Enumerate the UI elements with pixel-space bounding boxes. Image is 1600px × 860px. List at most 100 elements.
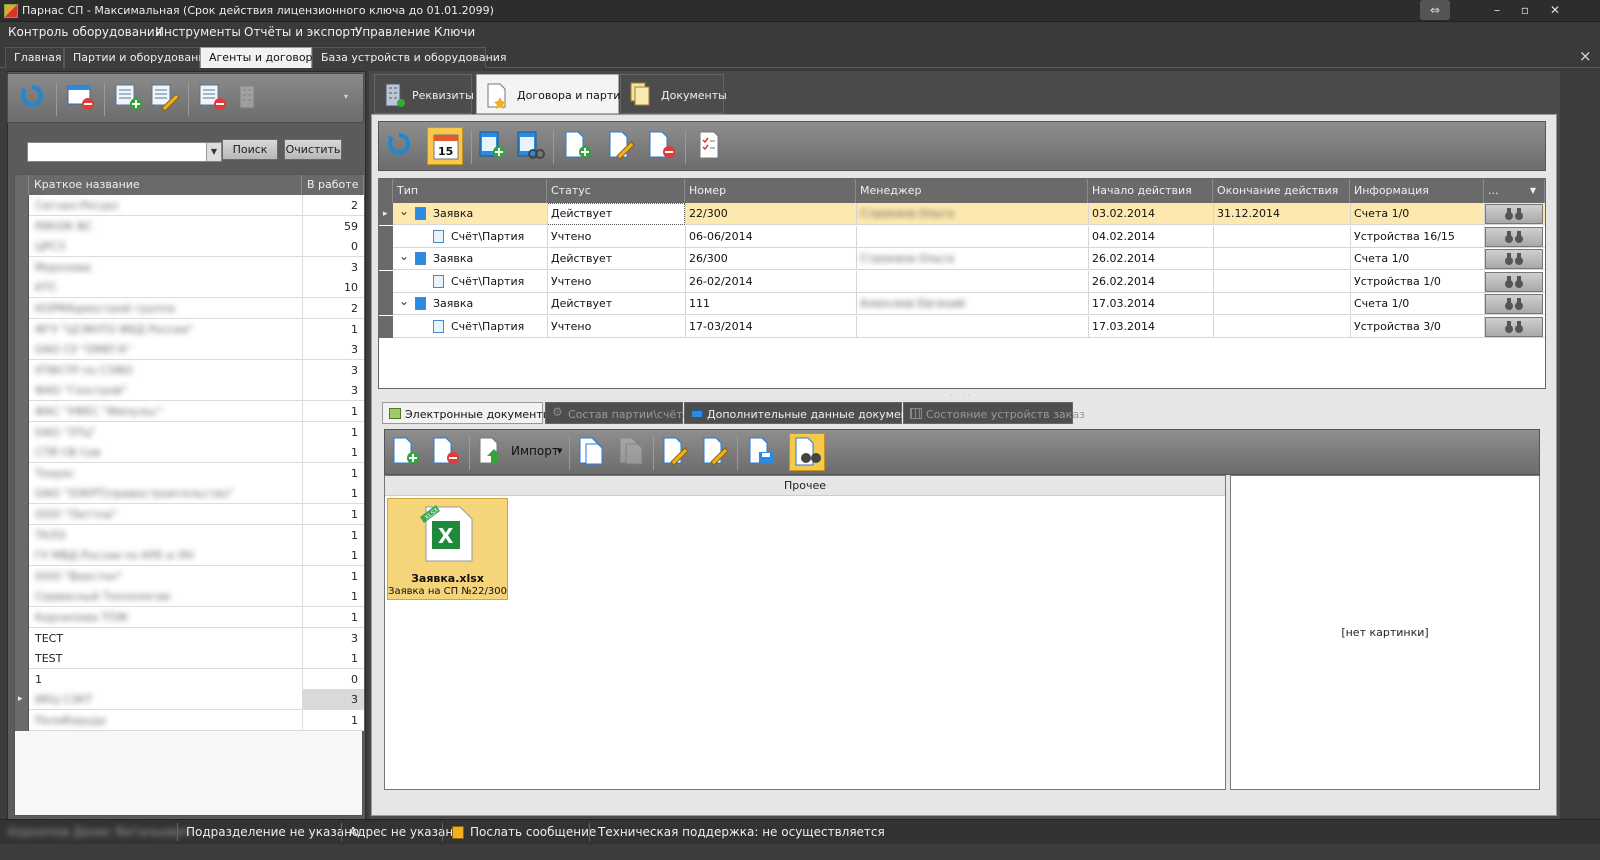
row-header[interactable]: ▸ <box>15 689 29 711</box>
agent-row[interactable]: ТКЛЭ 1 <box>15 524 364 546</box>
row-header[interactable] <box>15 380 29 402</box>
row-header[interactable] <box>15 586 29 608</box>
column-header-number[interactable]: Номер <box>685 179 856 203</box>
row-header[interactable] <box>15 504 29 525</box>
edit-agent-icon[interactable] <box>150 82 180 112</box>
column-header-status[interactable]: Статус <box>547 179 685 203</box>
view-details-button[interactable] <box>1485 271 1543 292</box>
agent-row[interactable]: 10 <box>15 668 364 690</box>
agent-row[interactable]: ФГУ "ЦСФНТО ФБД России" 1 <box>15 318 364 340</box>
row-header[interactable] <box>379 225 393 248</box>
column-header-more[interactable]: ... ▼ <box>1484 179 1545 203</box>
agent-row[interactable]: РИНЭК ВС 59 <box>15 215 364 237</box>
agent-row[interactable]: ЦРСЗ 0 <box>15 236 364 258</box>
agent-row[interactable]: Техрос 1 <box>15 462 364 484</box>
menu-equipment-control[interactable]: Контроль оборудования <box>8 25 162 39</box>
add-file-icon[interactable] <box>391 436 419 466</box>
chevron-down-icon[interactable]: ▼ <box>557 447 562 455</box>
minimize-button[interactable]: – <box>1482 0 1512 20</box>
save-file-icon[interactable] <box>747 436 775 466</box>
agent-row[interactable]: ТЕСТ 3 <box>15 627 364 649</box>
tab-batches-equipment[interactable]: Партии и оборудование <box>64 47 212 68</box>
edit-document-icon[interactable] <box>607 130 635 160</box>
row-header[interactable] <box>379 293 393 315</box>
agent-row[interactable]: ▸ ИКЦ СЗКТ 3 <box>15 689 364 711</box>
menu-tools[interactable]: Инструменты <box>155 25 241 39</box>
paste-icon[interactable] <box>617 436 645 466</box>
agent-row[interactable]: Сервисный Технологии 1 <box>15 586 364 608</box>
column-header-in-work[interactable]: В работе <box>302 175 364 195</box>
agent-row[interactable]: ФАС "УФЕС "Импульс" 1 <box>15 401 364 422</box>
tab-documents[interactable]: Документы <box>620 74 727 114</box>
column-header-short-name[interactable]: Краткое название <box>29 175 302 195</box>
expand-chevron-icon[interactable]: ⌄ <box>399 294 409 308</box>
tab-batch-composition[interactable]: ⚙ Состав партии\счёта <box>545 402 689 424</box>
message-icon[interactable] <box>452 826 464 839</box>
column-header-end[interactable]: Окончание действия <box>1213 179 1350 203</box>
row-header[interactable] <box>15 339 29 361</box>
agent-row[interactable]: ОАО "ЭЗКРТ(правостроительство" 1 <box>15 483 364 505</box>
row-header[interactable] <box>15 462 29 484</box>
splitter-handle[interactable]: · · · · <box>950 391 970 401</box>
column-header-type[interactable]: Тип <box>393 179 547 203</box>
row-header[interactable] <box>15 298 29 319</box>
row-header[interactable] <box>15 607 29 628</box>
contract-row[interactable]: ⌄ Заявка Действует 111 Алексеев Евгений 17.03… <box>379 293 1545 315</box>
agent-row[interactable]: ООО "Литтна" 1 <box>15 504 364 525</box>
tab-device-states[interactable]: Состояние устройств заказ <box>903 402 1085 424</box>
row-header[interactable] <box>15 648 29 670</box>
agent-row[interactable]: Корнилова ТПЖ 1 <box>15 607 364 628</box>
agent-row[interactable]: ОАО "ЗТЦ" 1 <box>15 421 364 443</box>
delete-file-icon[interactable] <box>431 436 459 466</box>
row-header[interactable] <box>379 315 393 338</box>
chevron-down-icon[interactable]: ▼ <box>206 143 221 161</box>
menu-reports-export[interactable]: Отчёты и экспорт <box>244 25 357 39</box>
agent-row[interactable]: Сигнал-Ресурс 2 <box>15 195 364 216</box>
tab-device-database[interactable]: База устройств и оборудования <box>312 47 507 68</box>
close-tab-icon[interactable]: × <box>1579 47 1592 65</box>
row-header[interactable] <box>15 483 29 505</box>
chevron-down-icon[interactable]: ▼ <box>1530 179 1536 203</box>
row-header[interactable] <box>15 421 29 443</box>
row-header[interactable] <box>15 195 29 216</box>
row-header[interactable] <box>379 248 393 270</box>
row-header[interactable] <box>15 442 29 464</box>
view-details-button[interactable] <box>1485 204 1543 224</box>
row-header[interactable] <box>15 277 29 299</box>
edit-file-icon[interactable] <box>661 436 689 466</box>
row-header[interactable] <box>15 256 29 278</box>
contract-row[interactable]: ⌄ Заявка Действует 26/300 Строкина Ольга 26.0… <box>379 248 1545 270</box>
calendar-button[interactable]: 15 <box>427 127 463 165</box>
column-header-manager[interactable]: Менеджер <box>856 179 1088 203</box>
search-button[interactable]: Поиск <box>222 139 278 160</box>
agent-search-combo[interactable] <box>27 142 222 162</box>
contract-row[interactable]: Счёт\Партия Учтено 26-02/2014 26.02.2014 Уст… <box>379 270 1545 293</box>
agent-row[interactable]: ООО "Веестон" 1 <box>15 565 364 587</box>
refresh-icon[interactable] <box>385 130 413 160</box>
maximize-button[interactable]: ▫ <box>1510 0 1540 20</box>
column-header-info[interactable]: Информация <box>1350 179 1484 203</box>
row-header[interactable] <box>15 565 29 587</box>
view-details-button[interactable] <box>1485 294 1543 314</box>
row-header[interactable] <box>15 627 29 649</box>
menu-keys[interactable]: Ключи <box>434 25 475 39</box>
import-menu[interactable]: Импорт <box>511 444 559 458</box>
delete-document-icon[interactable] <box>647 130 675 160</box>
row-header[interactable]: ▸ <box>379 203 393 225</box>
row-header[interactable] <box>15 215 29 237</box>
send-message-link[interactable]: Послать сообщение <box>470 825 596 839</box>
row-header[interactable] <box>15 318 29 340</box>
view-details-button[interactable] <box>1485 249 1543 269</box>
row-header[interactable] <box>15 359 29 381</box>
row-header[interactable] <box>15 236 29 258</box>
agent-row[interactable]: TEST 1 <box>15 648 364 670</box>
edit-properties-icon[interactable] <box>701 436 729 466</box>
agent-row[interactable]: КОРМАдмострой группа 2 <box>15 298 364 319</box>
tab-contracts-batches[interactable]: Договора и партии <box>476 74 628 114</box>
view-details-button[interactable] <box>1485 316 1543 337</box>
tab-agents-contracts[interactable]: Агенты и договора <box>200 47 319 68</box>
row-header[interactable] <box>15 401 29 422</box>
building-icon[interactable] <box>234 82 262 112</box>
tab-main[interactable]: Главная <box>5 47 64 68</box>
contract-row[interactable]: Счёт\Партия Учтено 06-06/2014 04.02.2014 Уст… <box>379 225 1545 248</box>
